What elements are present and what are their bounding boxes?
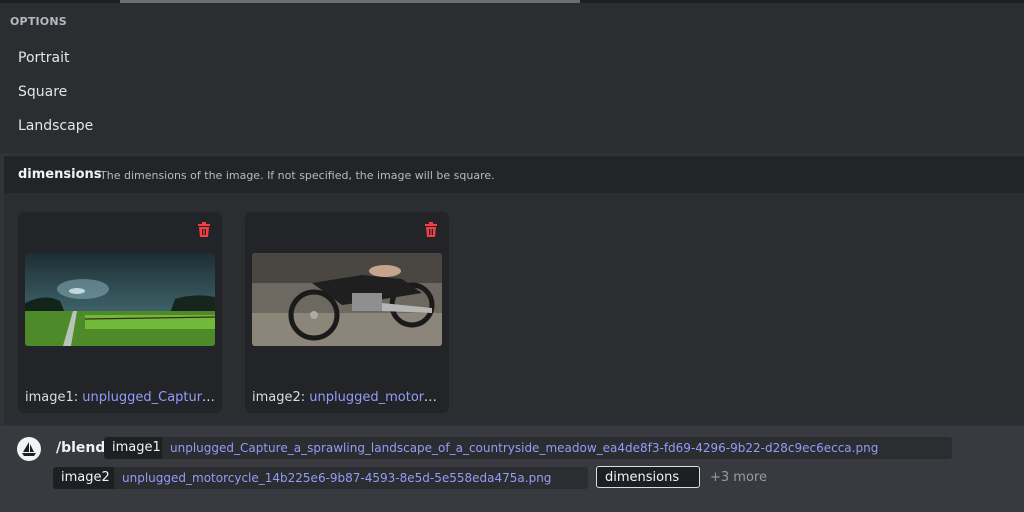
trash-icon <box>198 222 210 237</box>
app-avatar <box>17 437 41 461</box>
parameter-hint: dimensions The dimensions of the image. … <box>4 156 1024 193</box>
more-options-link[interactable]: +3 more <box>710 470 767 485</box>
image1-option-label[interactable]: image1 <box>104 437 169 459</box>
dimensions-option-input[interactable]: dimensions <box>596 466 700 488</box>
delete-attachment-button[interactable] <box>192 218 216 242</box>
trash-icon <box>425 222 437 237</box>
delete-attachment-button[interactable] <box>419 218 443 242</box>
option-landscape[interactable]: Landscape <box>18 118 93 134</box>
attachment-filename: image1: unplugged_Capture... <box>25 390 215 405</box>
command-name: /blend <box>56 440 106 456</box>
options-menu: OPTIONS Portrait Square Landscape <box>0 3 1024 153</box>
image1-option-value[interactable]: unplugged_Capture_a_sprawling_landscape_… <box>162 437 952 459</box>
sailboat-icon <box>22 442 36 456</box>
parameter-description: The dimensions of the image. If not spec… <box>100 169 495 182</box>
attachment-card-image1[interactable]: image1: unplugged_Capture... <box>18 212 222 413</box>
image2-option-label[interactable]: image2 <box>53 467 118 489</box>
image2-option-value[interactable]: unplugged_motorcycle_14b225e6-9b87-4593-… <box>114 467 588 489</box>
attachment-filename: image2: unplugged_motorc... <box>252 390 442 405</box>
attachment-card-image2[interactable]: image2: unplugged_motorc... <box>245 212 449 413</box>
motorcycle-thumbnail <box>252 253 442 346</box>
option-portrait[interactable]: Portrait <box>18 50 69 66</box>
parameter-name: dimensions <box>18 167 102 182</box>
options-header: OPTIONS <box>10 15 67 28</box>
option-square[interactable]: Square <box>18 84 67 100</box>
landscape-thumbnail <box>25 253 215 346</box>
